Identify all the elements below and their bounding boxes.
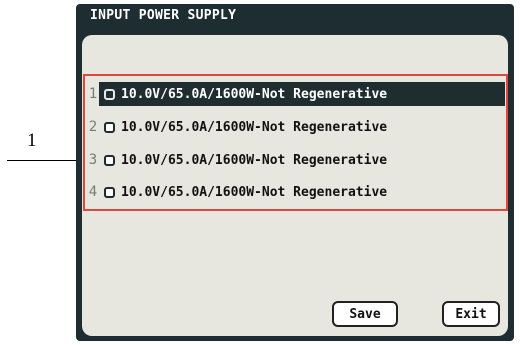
option-label: 10.0V/65.0A/1600W-Not Regenerative	[121, 86, 388, 102]
callout-label: 1	[27, 130, 37, 151]
option-index: 2	[88, 119, 98, 135]
callout-line	[7, 160, 83, 161]
option-label: 10.0V/65.0A/1600W-Not Regenerative	[121, 184, 388, 200]
radio-unchecked-icon[interactable]	[104, 154, 115, 166]
option-row-3[interactable]: 3 10.0V/65.0A/1600W-Not Regenerative	[85, 148, 506, 172]
option-index: 4	[88, 184, 98, 200]
power-supply-list: 1 10.0V/65.0A/1600W-Not Regenerative 2 1…	[83, 74, 508, 211]
option-index: 1	[88, 86, 98, 102]
exit-button[interactable]: Exit	[442, 301, 500, 327]
option-label: 10.0V/65.0A/1600W-Not Regenerative	[121, 119, 388, 135]
device-screen: INPUT POWER SUPPLY 1 10.0V/65.0A/1600W-N…	[76, 4, 514, 341]
option-index: 3	[88, 152, 98, 168]
option-label: 10.0V/65.0A/1600W-Not Regenerative	[121, 152, 388, 168]
option-row-4[interactable]: 4 10.0V/65.0A/1600W-Not Regenerative	[85, 180, 506, 204]
option-row-1[interactable]: 1 10.0V/65.0A/1600W-Not Regenerative	[85, 82, 506, 106]
radio-unchecked-icon[interactable]	[104, 186, 115, 198]
screen-title: INPUT POWER SUPPLY	[90, 8, 237, 23]
radio-checked-icon[interactable]	[104, 88, 115, 100]
option-row-2[interactable]: 2 10.0V/65.0A/1600W-Not Regenerative	[85, 115, 506, 139]
save-button[interactable]: Save	[332, 301, 398, 327]
radio-unchecked-icon[interactable]	[104, 121, 115, 133]
